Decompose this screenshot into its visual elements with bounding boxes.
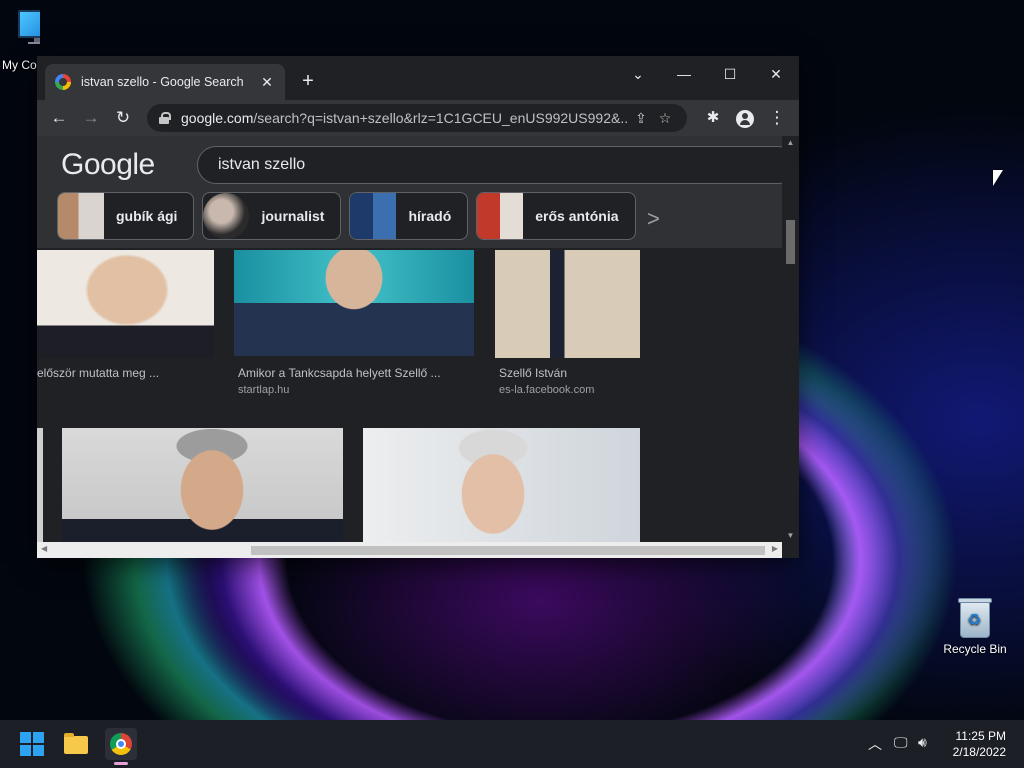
recycle-bin-icon: ♻ [957,596,993,638]
image-result[interactable] [37,428,43,542]
address-bar[interactable]: google.com/search?q=istvan+szello&rlz=1C… [147,104,687,132]
start-icon[interactable] [16,728,48,760]
desktop-icon-my-computer[interactable]: My Co [0,10,40,72]
mouse-cursor-icon [993,170,1003,186]
result-source[interactable]: startlap.hu [238,384,289,396]
taskbar: ︿ 🖵 🔊︎ 11:25 PM 2/18/2022 [0,720,1024,768]
scroll-left-arrow-icon[interactable]: ◀ [41,544,47,553]
google-favicon-icon [55,74,71,90]
tab-title: istvan szello - Google Search [81,75,244,89]
chip-thumbnail [203,193,250,239]
chip-hirado[interactable]: híradó [349,192,469,240]
image-result[interactable] [62,428,343,542]
extensions-icon[interactable]: ✱ [699,104,727,132]
desktop-icon-label: My Co [2,58,37,72]
clock-date: 2/18/2022 [952,745,1006,759]
lock-icon[interactable] [159,112,171,124]
title-bar: istvan szello - Google Search ✕ + ⌄ — ☐ … [37,56,799,100]
image-result[interactable] [363,428,640,542]
vertical-scrollbar[interactable]: ▲ ▼ [782,136,799,542]
chip-gubik-agi[interactable]: gubík ági [57,192,195,240]
volume-icon[interactable]: 🔊︎ [918,734,927,751]
image-result[interactable] [37,250,214,358]
chip-thumbnail [350,193,397,239]
chip-label: híradó [408,208,452,224]
image-results: először mutatta meg ... Amikor a Tankcsa… [37,248,782,542]
scrollbar-thumb[interactable] [786,220,795,264]
result-caption[interactable]: Amikor a Tankcsapda helyett Szellő ... [238,366,441,380]
menu-kebab-icon[interactable]: ⋮ [763,104,791,132]
network-icon[interactable]: 🖵 [894,734,908,751]
clock-time: 11:25 PM [955,729,1006,743]
scrollbar-thumb[interactable] [251,546,765,555]
forward-button[interactable]: → [77,104,105,132]
show-hidden-icons-chevron-icon[interactable]: ︿ [868,734,882,754]
google-header: Google istvan szello gubík ági journalis… [37,136,782,248]
chip-journalist[interactable]: journalist [202,192,342,240]
result-caption[interactable]: Szellő István [499,366,567,380]
google-logo[interactable]: Google [61,148,155,182]
computer-icon [16,10,40,44]
browser-toolbar: ← → ↻ google.com/search?q=istvan+szello&… [37,100,799,136]
chip-label: erős antónia [535,208,619,224]
chrome-icon[interactable] [105,728,137,760]
bookmark-star-icon[interactable]: ☆ [653,110,677,127]
back-button[interactable]: ← [45,104,73,132]
profile-icon[interactable] [731,104,759,132]
maximize-button[interactable]: ☐ [707,60,753,88]
desktop-icon-recycle-bin[interactable]: ♻ Recycle Bin [940,596,1010,656]
result-source[interactable]: es-la.facebook.com [499,384,594,396]
chip-thumbnail [58,193,104,239]
tab-close-icon[interactable]: ✕ [259,74,275,91]
scroll-down-arrow-icon[interactable]: ▼ [782,531,799,540]
tab-google-search[interactable]: istvan szello - Google Search ✕ [45,64,285,100]
new-tab-button[interactable]: + [297,70,319,92]
file-explorer-icon[interactable] [60,728,92,760]
url-text[interactable]: google.com/search?q=istvan+szello&rlz=1C… [181,110,629,126]
search-input[interactable]: istvan szello [197,146,782,184]
result-caption[interactable]: először mutatta meg ... [37,366,159,380]
image-result[interactable] [495,250,640,358]
image-result[interactable] [234,250,474,356]
chip-eros-antonia[interactable]: erős antónia [476,192,636,240]
share-icon[interactable]: ⇪ [629,110,653,127]
system-clock[interactable]: 11:25 PM 2/18/2022 [953,728,1006,760]
minimize-button[interactable]: — [661,60,707,88]
desktop-icon-label: Recycle Bin [943,642,1007,656]
related-chips: gubík ági journalist híradó erős antónia [57,192,636,240]
chip-label: gubík ági [116,208,178,224]
close-button[interactable]: ✕ [753,60,799,88]
chip-thumbnail [477,193,524,239]
horizontal-scrollbar[interactable]: ◀ ▶ [37,542,782,558]
scroll-right-arrow-icon[interactable]: ▶ [772,544,778,553]
reload-button[interactable]: ↻ [109,104,137,132]
browser-window: istvan szello - Google Search ✕ + ⌄ — ☐ … [37,56,799,558]
tab-search-button[interactable]: ⌄ [615,60,661,88]
page-viewport: Google istvan szello gubík ági journalis… [37,136,782,542]
active-app-indicator [114,762,128,765]
scroll-up-arrow-icon[interactable]: ▲ [782,138,799,147]
search-input-value: istvan szello [218,156,306,173]
chips-next-chevron-icon[interactable]: > [647,206,660,232]
chip-label: journalist [261,208,325,224]
